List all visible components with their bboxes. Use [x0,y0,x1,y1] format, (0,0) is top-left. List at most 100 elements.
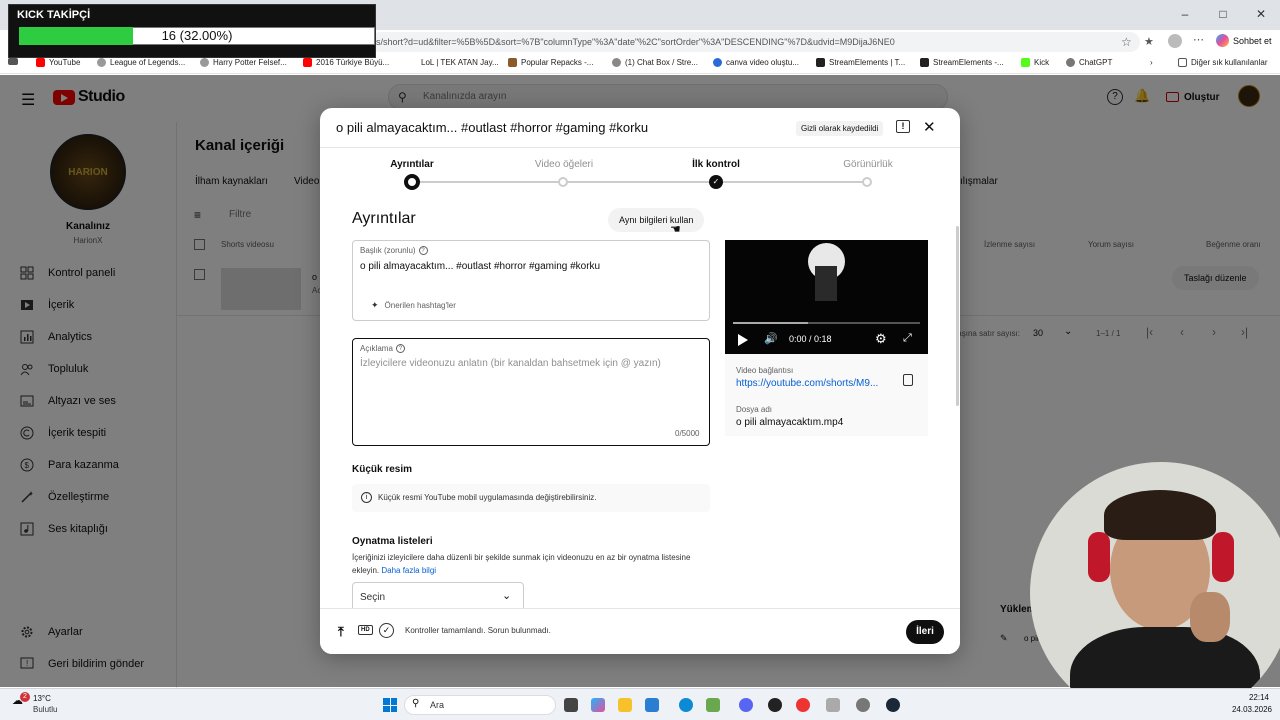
description-label: Açıklama? [360,344,405,353]
settings-app-icon[interactable] [856,698,870,712]
bookmark-item[interactable]: LoL | TEK ATAN Jay... [408,58,499,67]
step-dot-done[interactable]: ✓ [709,175,723,189]
report-icon[interactable]: ! [896,120,910,133]
play-icon[interactable] [738,334,748,346]
dialog-footer: ⤒ HD ✓ Kontroller tamamlandı. Sorun bulu… [320,608,960,654]
thumbnail-title: Küçük resim [352,464,413,475]
bookmark-item[interactable]: League of Legends... [97,58,185,67]
help-icon: ? [395,344,405,353]
suggested-hashtags-button[interactable]: ✦ Önerilen hashtag'ler [371,300,456,311]
window-controls: – □ ✕ [1166,0,1280,28]
obs-icon[interactable] [768,698,782,712]
kick-widget-title: KICK TAKİPÇİ [17,9,91,21]
profile-avatar[interactable] [1168,34,1182,48]
edge-icon[interactable] [679,698,693,712]
dialog-header: o pili almayacaktım... #outlast #horror … [320,108,960,148]
learn-more-link[interactable]: Daha fazla bilgi [381,566,436,575]
dialog-scrollbar[interactable] [956,226,959,406]
step-details[interactable]: Ayrıntılar [352,159,472,170]
more-menu-icon[interactable]: ⋯ [1193,33,1204,46]
discord-icon[interactable] [739,698,753,712]
bookmark-folder[interactable]: Diğer sık kullanılanlar [1178,58,1267,67]
favorites-icon[interactable]: ★ [1144,35,1154,48]
hd-icon: HD [358,625,373,635]
next-button[interactable]: İleri [906,620,944,644]
step-video-elements[interactable]: Video öğeleri [504,159,624,170]
start-icon[interactable] [383,698,397,712]
copilot-icon [1216,34,1229,47]
reuse-details-button[interactable]: Aynı bilgileri kullan [608,208,705,232]
explorer-icon[interactable] [618,698,632,712]
step-dot-current[interactable] [404,174,420,190]
file-name-label: Dosya adı [736,405,773,414]
mouse-cursor-icon: ☚ [670,222,681,236]
minimize-icon[interactable]: – [1166,0,1204,28]
task-view-icon[interactable] [564,698,578,712]
store-icon[interactable] [645,698,659,712]
description-counter: 0/5000 [675,429,700,438]
chevron-right-icon[interactable]: › [1150,58,1153,67]
bookmark-item[interactable]: canva video oluştu... [713,58,799,67]
video-frame-body [815,266,837,301]
step-visibility[interactable]: Görünürlük [808,159,928,170]
chat-label: Sohbet et [1233,35,1272,46]
taskbar-search-label: Ara [430,700,445,710]
copy-icon[interactable] [903,374,913,386]
bookmark-item[interactable]: ChatGPT [1066,58,1112,67]
video-preview[interactable]: 🔊 0:00 / 0:18 ⚙ ⤢ [725,240,928,354]
description-placeholder[interactable]: İzleyicilere videonuzu anlatın (bir kana… [360,358,661,369]
volume-icon[interactable]: 🔊 [764,332,778,345]
bookmark-item[interactable]: (1) Chat Box / Stre... [612,58,698,67]
playlists-title: Oynatma listeleri [352,536,433,547]
copilot-chat-button[interactable]: Sohbet et [1216,34,1272,47]
chevron-down-icon[interactable]: ⌄ [502,589,511,602]
bookmark-item[interactable]: Kick [1021,58,1049,67]
url-field[interactable]: s/short?d=ud&filter=%5B%5D&sort=%7B"colu… [370,32,1140,52]
video-link[interactable]: https://youtube.com/shorts/M9... [736,378,878,389]
webcam-headphone-left [1088,532,1110,582]
close-window-icon[interactable]: ✕ [1242,0,1280,28]
bookmark-item[interactable]: StreamElements -... [920,58,1004,67]
chrome-icon[interactable] [796,698,810,712]
file-name: o pili almayacaktım.mp4 [736,417,844,428]
bookmark-item[interactable]: YouTube [36,58,80,67]
step-checks[interactable]: İlk kontrol [656,159,776,170]
title-label: Başlık (zorunlu)? [360,246,428,255]
bookmark-item[interactable]: Popular Repacks -... [508,58,593,67]
kick-follower-widget: KICK TAKİPÇİ 16 (32.00%) [8,4,376,58]
fullscreen-icon[interactable]: ⤢ [903,332,912,345]
webcam-overlay [1030,462,1280,720]
clock-date[interactable]: 24.03.2026 [1222,705,1272,714]
settings-icon[interactable]: ⚙ [875,331,887,347]
step-dot[interactable] [862,177,872,187]
maximize-icon[interactable]: □ [1204,0,1242,28]
title-value[interactable]: o pili almayacaktım... #outlast #horror … [360,261,600,272]
stepper: Ayrıntılar Video öğeleri İlk kontrol Gör… [320,148,960,196]
star-icon[interactable]: ☆ [1121,35,1132,49]
description-field[interactable] [352,338,710,446]
video-time: 0:00 / 0:18 [789,334,832,344]
bookmark-item[interactable]: Harry Potter Felsef... [200,58,287,67]
taskbar-search[interactable] [404,695,556,715]
bookmarks-app-icon[interactable] [8,58,18,65]
app-icon[interactable] [706,698,720,712]
close-icon[interactable]: ✕ [923,118,936,136]
clock-time[interactable]: 22:14 [1231,693,1269,702]
upload-icon: ⤒ [338,624,344,639]
bookmark-item[interactable]: StreamElements | T... [816,58,905,67]
upload-details-dialog: o pili almayacaktım... #outlast #horror … [320,108,960,654]
saved-status-badge: Gizli olarak kaydedildi [796,121,884,136]
copilot-app-icon[interactable] [591,698,605,712]
video-link-label: Video bağlantısı [736,366,794,375]
weather-badge: 2 [20,692,30,702]
sparkle-icon: ✦ [371,300,379,310]
steam-icon[interactable] [886,698,900,712]
stepper-line [412,181,868,183]
app-icon[interactable] [826,698,840,712]
dialog-title: o pili almayacaktım... #outlast #horror … [336,120,649,135]
step-dot[interactable] [558,177,568,187]
bookmark-item[interactable]: 2016 Türkiye Büyü... [303,58,389,67]
webcam-hair [1104,490,1216,540]
playlist-select-value: Seçin [360,592,386,603]
info-icon: i [361,492,372,503]
